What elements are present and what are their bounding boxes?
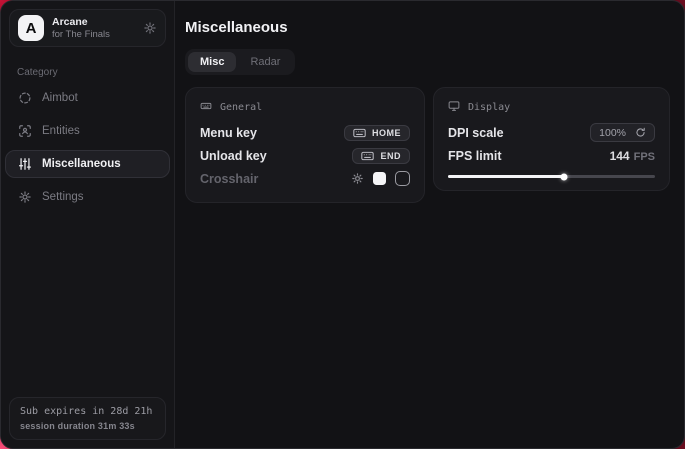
crosshair-settings-icon[interactable] — [351, 172, 364, 185]
monitor-icon — [448, 100, 460, 115]
unload-key-value: END — [380, 151, 401, 161]
cycle-icon — [635, 127, 646, 138]
tab-bar: Misc Radar — [185, 49, 295, 75]
gear-icon — [18, 190, 32, 204]
app-window: A Arcane for The Finals Category — [0, 0, 685, 449]
tab-radar[interactable]: Radar — [238, 52, 292, 72]
unload-key-binding[interactable]: END — [352, 148, 410, 164]
sidebar-item-settings[interactable]: Settings — [5, 183, 170, 211]
display-card: Display DPI scale 100% — [433, 87, 670, 191]
fps-slider-fill — [448, 175, 564, 178]
session-duration-text: session duration 31m 33s — [20, 421, 155, 431]
keyboard-icon — [361, 151, 374, 161]
sidebar: A Arcane for The Finals Category — [1, 1, 175, 448]
keyboard-small-icon — [200, 100, 212, 115]
fps-limit-value-group: 144 FPS — [610, 147, 655, 165]
tab-misc[interactable]: Misc — [188, 52, 236, 72]
crosshair-checkbox[interactable] — [395, 171, 410, 186]
sidebar-item-miscellaneous[interactable]: Miscellaneous — [5, 150, 170, 178]
dpi-scale-row: DPI scale 100% — [448, 121, 655, 144]
fps-limit-unit: FPS — [634, 151, 655, 163]
app-name: Arcane — [52, 16, 110, 28]
app-subtitle: for The Finals — [52, 29, 110, 40]
dpi-scale-value: 100% — [599, 127, 626, 139]
unload-key-label: Unload key — [200, 149, 267, 163]
menu-key-binding[interactable]: HOME — [344, 125, 410, 141]
brand-text: Arcane for The Finals — [52, 16, 110, 40]
sidebar-item-label: Settings — [42, 191, 84, 203]
fps-limit-value: 144 — [610, 149, 630, 163]
crosshair-label: Crosshair — [200, 172, 258, 186]
sidebar-item-label: Miscellaneous — [42, 158, 121, 170]
entities-icon — [18, 124, 32, 138]
sidebar-item-aimbot[interactable]: Aimbot — [5, 84, 170, 112]
crosshair-color-swatch[interactable] — [373, 172, 386, 185]
fps-limit-label: FPS limit — [448, 149, 501, 163]
fps-limit-slider[interactable] — [448, 175, 655, 178]
keyboard-icon — [353, 128, 366, 138]
sub-expiry-text: Sub expires in 28d 21h — [20, 406, 155, 417]
sliders-icon — [18, 157, 32, 171]
general-card-header: General — [200, 100, 410, 115]
crosshair-row: Crosshair — [200, 167, 410, 190]
general-card-title: General — [220, 102, 262, 113]
sidebar-item-label: Aimbot — [42, 92, 78, 104]
sidebar-item-entities[interactable]: Entities — [5, 117, 170, 145]
fps-slider-thumb[interactable] — [560, 173, 567, 180]
general-card: General Menu key HOME — [185, 87, 425, 203]
main-content: Miscellaneous Misc Radar Gene — [175, 1, 684, 448]
category-label: Category — [17, 67, 174, 78]
sidebar-nav: Aimbot Entities — [1, 84, 174, 211]
page-title: Miscellaneous — [185, 19, 672, 36]
display-card-header: Display — [448, 100, 655, 115]
app-logo: A — [18, 15, 44, 41]
crosshair-controls — [351, 171, 410, 186]
menu-key-value: HOME — [372, 128, 401, 138]
unload-key-row: Unload key END — [200, 144, 410, 167]
dpi-scale-label: DPI scale — [448, 126, 504, 140]
cards-row: General Menu key HOME — [185, 87, 672, 203]
gear-icon[interactable] — [143, 21, 157, 35]
fps-limit-row: FPS limit 144 FPS — [448, 144, 655, 167]
brand-card: A Arcane for The Finals — [9, 9, 166, 47]
dpi-scale-select[interactable]: 100% — [590, 123, 655, 142]
crosshair-icon — [18, 91, 32, 105]
sidebar-item-label: Entities — [42, 125, 80, 137]
subscription-status-card: Sub expires in 28d 21h session duration … — [9, 397, 166, 440]
menu-key-label: Menu key — [200, 126, 257, 140]
display-card-title: Display — [468, 102, 510, 113]
menu-key-row: Menu key HOME — [200, 121, 410, 144]
desktop-backdrop: A Arcane for The Finals Category — [0, 0, 685, 449]
